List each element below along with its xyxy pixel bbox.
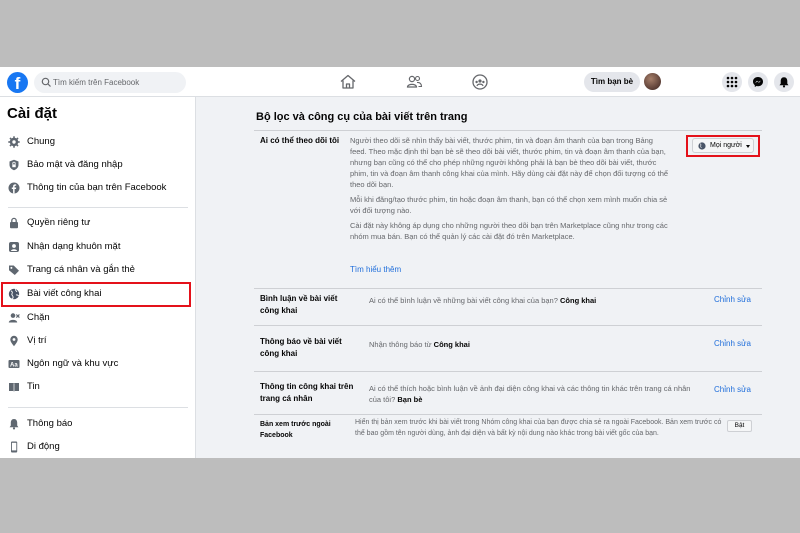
settings-content: Bộ lọc và công cụ của bài viết trên tran… <box>197 97 800 458</box>
highlight-box <box>686 135 760 157</box>
profile-info-setting-label: Thông tin công khai trên trang cá nhân <box>260 382 354 403</box>
follow-paragraph: Người theo dõi sẽ nhìn thấy bài viết, th… <box>350 136 669 189</box>
settings-sidebar: Cài đặt Chung Bảo mật và đăng nhập Thông… <box>0 97 196 458</box>
profile-avatar[interactable] <box>644 73 661 90</box>
facebook-logo-icon[interactable]: f <box>7 72 28 93</box>
search-icon <box>41 77 51 87</box>
learn-more-link[interactable]: Tìm hiểu thêm <box>350 265 401 274</box>
language-icon: Aa <box>8 360 20 368</box>
lock-icon <box>10 217 18 229</box>
content-divider <box>254 325 762 326</box>
sidebar-item-language-region[interactable]: Aa Ngôn ngữ và khu vực <box>0 353 196 375</box>
notifications-button[interactable] <box>774 72 794 92</box>
comments-value: Công khai <box>560 296 597 305</box>
book-icon <box>9 383 19 392</box>
sidebar-item-label: Thông báo <box>27 418 73 429</box>
messenger-icon <box>753 77 763 87</box>
tag-icon <box>9 265 19 275</box>
sidebar-item-security[interactable]: Bảo mật và đăng nhập <box>0 154 196 176</box>
edit-profile-info-link[interactable]: Chỉnh sửa <box>714 385 751 394</box>
grid-menu-icon <box>726 76 738 88</box>
find-friends-button[interactable]: Tìm bạn bè <box>584 72 640 92</box>
face-icon <box>9 242 19 252</box>
gear-icon <box>8 136 20 148</box>
content-divider <box>254 288 762 289</box>
sidebar-item-face-recognition[interactable]: Nhận dạng khuôn mặt <box>0 236 196 258</box>
sidebar-item-location[interactable]: Vị trí <box>0 330 196 352</box>
sidebar-item-label: Chặn <box>27 312 50 323</box>
sidebar-title: Cài đặt <box>7 105 58 122</box>
sidebar-item-privacy[interactable]: Quyền riêng tư <box>0 212 196 234</box>
comments-setting-label: Bình luận về bài viết công khai <box>260 294 338 315</box>
sidebar-item-label: Tin <box>27 381 40 392</box>
sidebar-item-stories[interactable]: Tin <box>0 376 196 398</box>
comments-question: Ai có thể bình luận về những bài viết cô… <box>369 296 558 305</box>
content-divider <box>254 371 762 372</box>
profile-info-setting-description: Ai có thể thích hoặc bình luận về ảnh đạ… <box>369 383 697 405</box>
bell-icon <box>779 77 789 88</box>
sidebar-item-label: Trang cá nhân và gắn thẻ <box>27 264 135 275</box>
home-icon[interactable] <box>337 72 359 92</box>
follow-paragraph: Mỗi khi đăng/tạo thước phim, tin hoặc đo… <box>350 195 668 215</box>
shield-icon <box>9 159 19 171</box>
sidebar-divider <box>8 407 188 408</box>
profile-info-value: Bạn bè <box>397 395 423 404</box>
messenger-button[interactable] <box>748 72 768 92</box>
sidebar-item-profile-tagging[interactable]: Trang cá nhân và gắn thẻ <box>0 259 196 281</box>
sidebar-item-general[interactable]: Chung <box>0 131 196 153</box>
sidebar-item-notifications[interactable]: Thông báo <box>0 413 196 435</box>
notifications-setting-description: Nhận thông báo từ Công khai <box>369 339 707 350</box>
notifications-value: Công khai <box>433 340 470 349</box>
content-divider <box>254 414 762 415</box>
follow-paragraph: Cài đặt này không áp dụng cho những ngườ… <box>350 221 668 241</box>
svg-text:Aa: Aa <box>10 362 18 368</box>
groups-icon[interactable] <box>469 72 491 92</box>
content-divider <box>254 130 762 131</box>
sidebar-item-label: Di động <box>27 441 60 452</box>
pin-icon <box>10 335 18 347</box>
friends-icon[interactable] <box>403 72 425 92</box>
sidebar-item-label: Bảo mật và đăng nhập <box>27 159 123 170</box>
facebook-icon <box>8 182 20 194</box>
phone-icon <box>11 441 18 453</box>
sidebar-divider <box>8 207 188 208</box>
sidebar-item-your-information[interactable]: Thông tin của bạn trên Facebook <box>0 177 196 199</box>
follow-setting-description: Người theo dõi sẽ nhìn thấy bài viết, th… <box>350 135 670 246</box>
preview-setting-label: Bản xem trước ngoài Facebook <box>260 421 331 439</box>
notifications-setting-label: Thông báo về bài viết công khai <box>260 337 342 358</box>
sidebar-item-label: Chung <box>27 136 55 147</box>
sidebar-item-label: Thông tin của bạn trên Facebook <box>27 182 167 193</box>
bell-icon <box>9 419 19 430</box>
preview-setting-description: Hiển thị bản xem trước khi bài viết tron… <box>355 419 722 437</box>
search-box[interactable] <box>34 72 186 93</box>
sidebar-item-blocking[interactable]: Chặn <box>0 307 196 329</box>
block-icon <box>8 313 20 323</box>
top-navigation-bar: f Tìm bạn bè <box>0 67 800 97</box>
edit-comments-link[interactable]: Chỉnh sửa <box>714 295 751 304</box>
comments-setting-description: Ai có thể bình luận về những bài viết cô… <box>369 295 707 306</box>
edit-notifications-link[interactable]: Chỉnh sửa <box>714 339 751 348</box>
facebook-settings-window: f Tìm bạn bè <box>0 67 800 458</box>
sidebar-item-mobile[interactable]: Di động <box>0 436 196 458</box>
search-input[interactable] <box>53 75 181 90</box>
highlight-box <box>1 282 191 307</box>
page-title: Bộ lọc và công cụ của bài viết trên tran… <box>256 111 468 123</box>
enable-preview-button[interactable]: Bật <box>727 420 752 432</box>
sidebar-item-label: Ngôn ngữ và khu vực <box>27 358 119 369</box>
sidebar-item-label: Vị trí <box>27 335 47 346</box>
sidebar-item-label: Nhận dạng khuôn mặt <box>27 241 121 252</box>
menu-button[interactable] <box>722 72 742 92</box>
notifications-text: Nhận thông báo từ <box>369 340 432 349</box>
sidebar-item-label: Quyền riêng tư <box>27 217 91 228</box>
